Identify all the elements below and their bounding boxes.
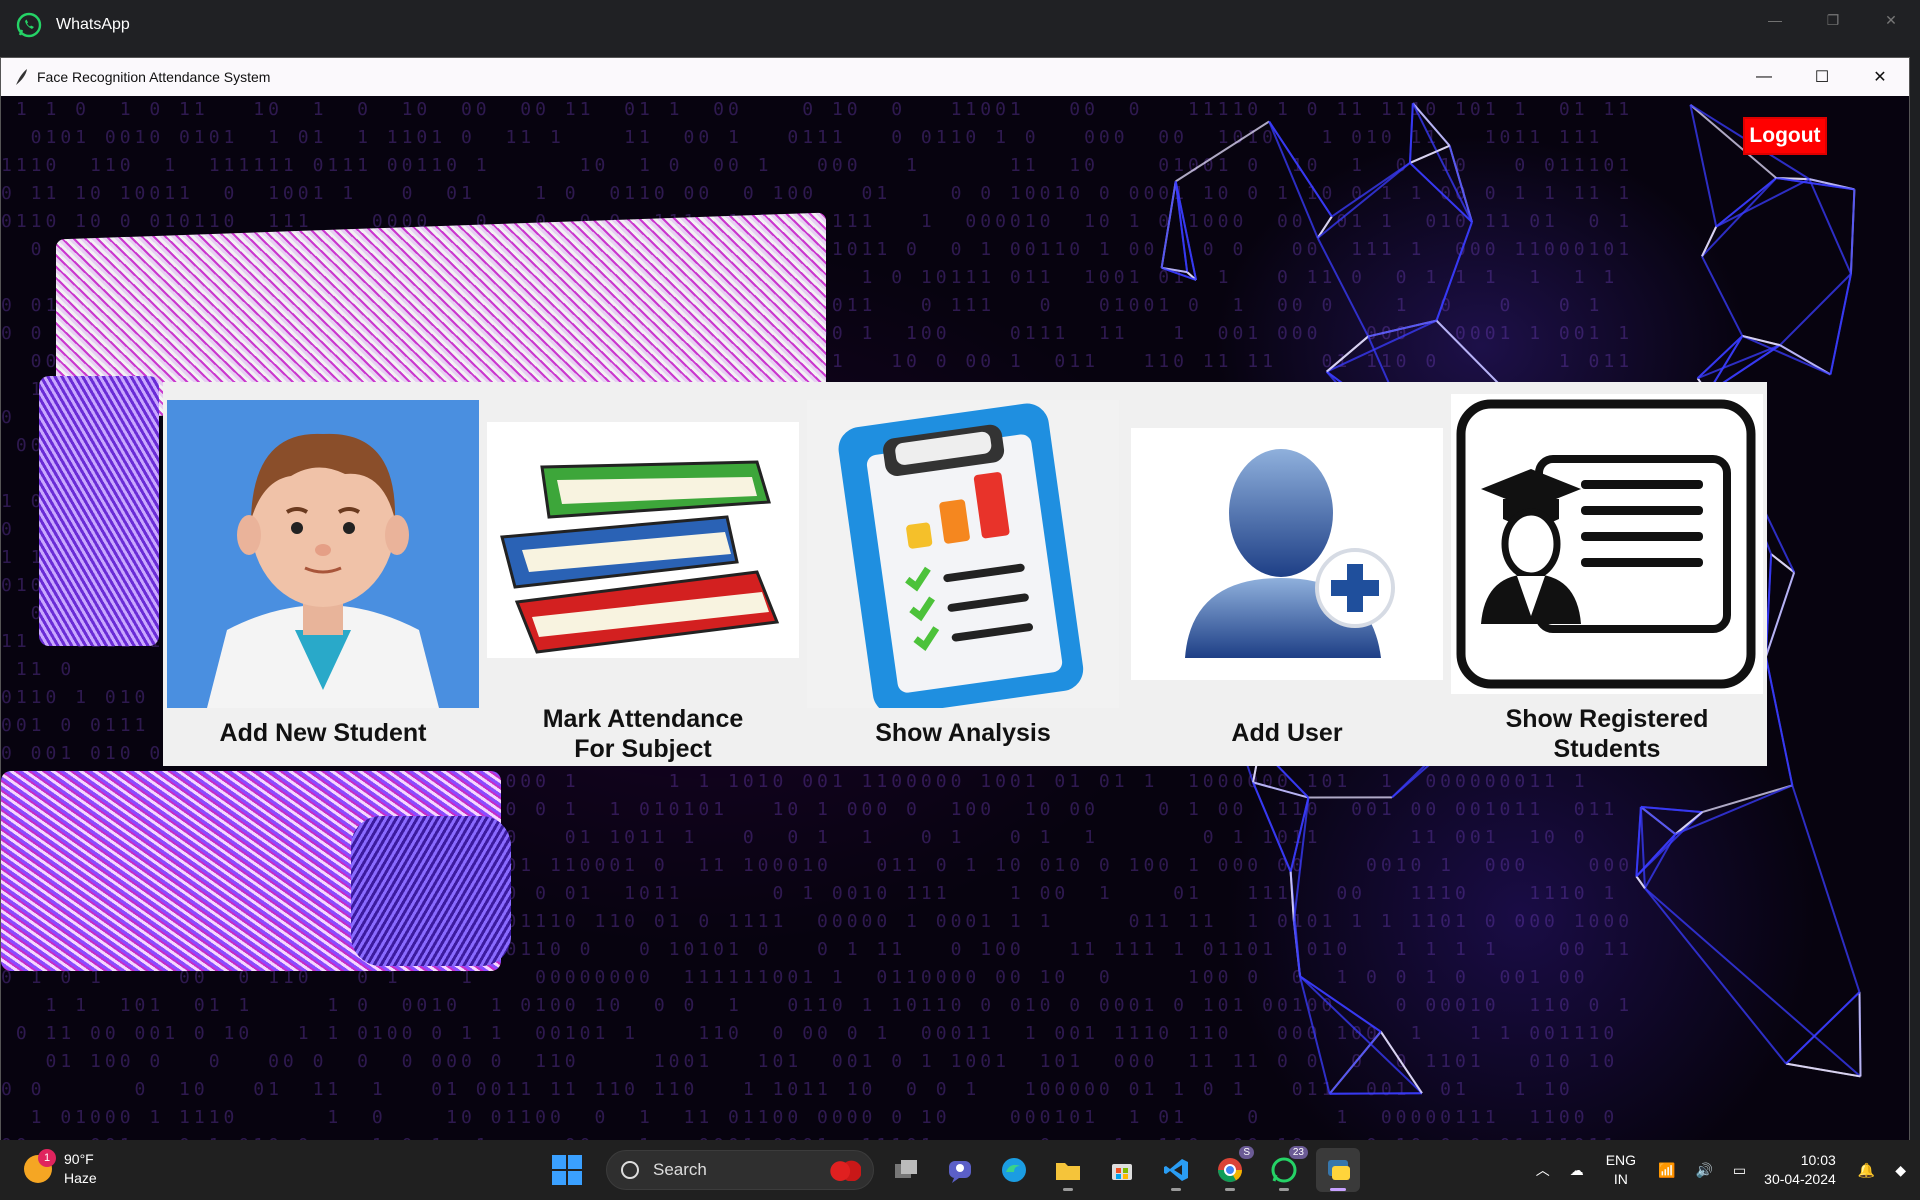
weather-widget[interactable]: 1 90°F Haze xyxy=(24,1150,97,1188)
task-view-icon[interactable] xyxy=(884,1148,928,1192)
language-line1: ENG xyxy=(1606,1151,1636,1170)
chrome-profile-badge: S xyxy=(1239,1146,1254,1159)
copilot-icon[interactable]: ◆ xyxy=(1895,1162,1906,1179)
search-placeholder: Search xyxy=(653,1160,707,1180)
add-new-student-tile[interactable]: Add New Student xyxy=(167,400,479,760)
start-windows-icon[interactable] xyxy=(552,1155,582,1185)
file-explorer-icon[interactable] xyxy=(1046,1148,1090,1192)
graduate-id-card-icon[interactable] xyxy=(1451,400,1763,708)
weather-condition: Haze xyxy=(64,1169,97,1188)
whatsapp-minimize-button[interactable]: — xyxy=(1746,0,1804,40)
clipboard-chart-icon[interactable] xyxy=(807,400,1119,708)
clock-time: 10:03 xyxy=(1764,1151,1836,1170)
feather-icon xyxy=(13,68,29,86)
whatsapp-restore-button[interactable]: ❐ xyxy=(1804,0,1862,40)
microsoft-store-icon[interactable] xyxy=(1100,1148,1144,1192)
add-user-icon[interactable] xyxy=(1131,400,1443,708)
menu-panel: Add New Student Mark AttendanceFor Subj xyxy=(163,382,1767,766)
taskbar: 1 90°F Haze Search S 23 ︿ ☁ ENG IN 📶 🔊 ▭… xyxy=(0,1140,1920,1200)
weather-badge: 1 xyxy=(38,1149,56,1167)
show-analysis-tile[interactable]: Show Analysis xyxy=(807,400,1119,760)
show-analysis-label[interactable]: Show Analysis xyxy=(807,718,1119,748)
python-app-icon[interactable] xyxy=(1316,1148,1360,1192)
camera-side-shape xyxy=(39,376,159,646)
show-hidden-icons-chevron-icon[interactable]: ︿ xyxy=(1536,1160,1550,1180)
volume-icon[interactable]: 🔊 xyxy=(1695,1162,1712,1179)
edge-browser-icon[interactable] xyxy=(992,1148,1036,1192)
logout-button[interactable]: Logout xyxy=(1743,117,1827,155)
search-icon xyxy=(621,1161,639,1179)
clock-date: 30-04-2024 xyxy=(1764,1170,1836,1189)
vscode-icon[interactable] xyxy=(1154,1148,1198,1192)
app-window: Face Recognition Attendance System — ☐ ✕… xyxy=(0,57,1910,1140)
app-title: Face Recognition Attendance System xyxy=(37,69,270,85)
camera-mount-shape xyxy=(351,816,511,966)
system-tray: ︿ ☁ ENG IN 📶 🔊 ▭ 10:03 30-04-2024 🔔 ◆ xyxy=(1526,1140,1920,1200)
battery-icon[interactable]: ▭ xyxy=(1733,1162,1746,1179)
weather-sun-icon: 1 xyxy=(24,1155,52,1183)
close-button[interactable]: ✕ xyxy=(1851,58,1909,96)
whatsapp-window-titlebar: WhatsApp — ❐ ✕ xyxy=(0,0,1920,50)
notification-bell-icon[interactable]: 🔔 xyxy=(1858,1162,1875,1179)
maximize-button[interactable]: ☐ xyxy=(1793,58,1851,96)
language-line2: IN xyxy=(1606,1170,1636,1189)
whatsapp-close-button[interactable]: ✕ xyxy=(1862,0,1920,40)
whatsapp-unread-badge: 23 xyxy=(1289,1146,1308,1159)
add-new-student-label[interactable]: Add New Student xyxy=(167,718,479,748)
weather-temperature: 90°F xyxy=(64,1150,97,1169)
whatsapp-taskbar-icon[interactable]: 23 xyxy=(1262,1148,1306,1192)
add-user-label[interactable]: Add User xyxy=(1131,718,1443,748)
minimize-button[interactable]: — xyxy=(1735,58,1793,96)
mark-attendance-tile[interactable]: Mark Attendance For Subject xyxy=(487,400,799,760)
chrome-icon[interactable]: S xyxy=(1208,1148,1252,1192)
add-user-tile[interactable]: Add User xyxy=(1131,400,1443,760)
app-titlebar: Face Recognition Attendance System — ☐ ✕ xyxy=(1,58,1909,96)
whatsapp-icon xyxy=(16,12,42,38)
taskbar-search[interactable]: Search xyxy=(606,1150,874,1190)
background-image: 1 1 0 1 0 11 10 1 0 10 00 00 11 01 1 00 … xyxy=(1,96,1909,1140)
wifi-icon[interactable]: 📶 xyxy=(1658,1162,1675,1179)
clock[interactable]: 10:03 30-04-2024 xyxy=(1764,1151,1836,1189)
whatsapp-title: WhatsApp xyxy=(56,16,130,34)
books-stack-icon[interactable] xyxy=(487,400,799,708)
strawberry-icon xyxy=(829,1159,861,1181)
teams-chat-icon[interactable] xyxy=(938,1148,982,1192)
onedrive-cloud-icon[interactable]: ☁ xyxy=(1570,1162,1584,1179)
student-avatar-icon[interactable] xyxy=(167,400,479,708)
language-indicator[interactable]: ENG IN xyxy=(1606,1151,1636,1189)
mark-attendance-label[interactable]: Mark Attendance For Subject xyxy=(487,704,799,764)
show-registered-students-tile[interactable]: Show Registered Students xyxy=(1451,400,1763,760)
show-registered-students-label[interactable]: Show Registered Students xyxy=(1451,704,1763,764)
